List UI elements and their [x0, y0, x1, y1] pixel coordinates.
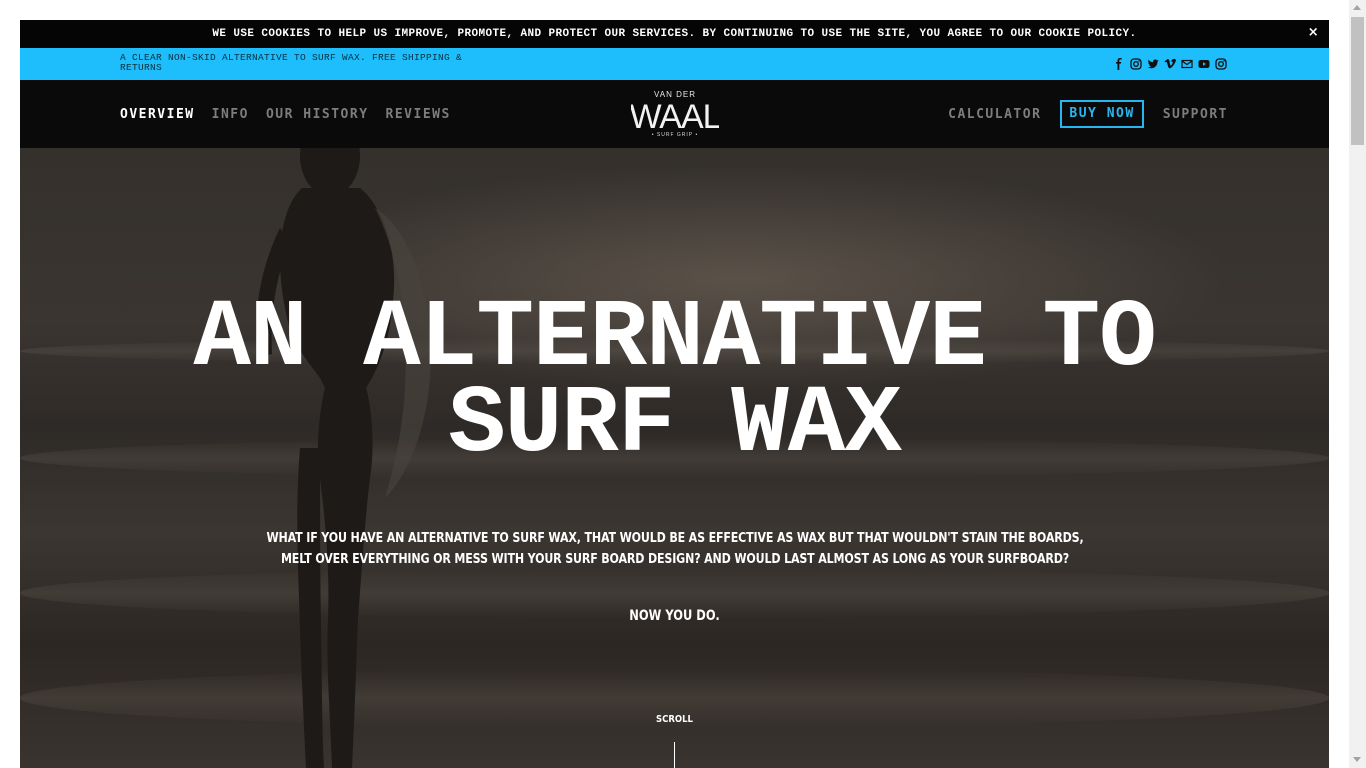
instagram-icon[interactable] — [1130, 58, 1142, 70]
announcement-bar: A CLEAR NON-SKID ALTERNATIVE TO SURF WAX… — [20, 48, 1329, 80]
youtube-icon[interactable] — [1198, 58, 1210, 70]
page-scrollbar[interactable] — [1349, 0, 1366, 768]
logo-main-text: WAAL — [631, 99, 719, 131]
nav-support[interactable]: SUPPORT — [1163, 107, 1228, 122]
facebook-icon[interactable] — [1113, 58, 1125, 70]
scroll-down-arrow-icon[interactable] — [1353, 757, 1361, 762]
email-icon[interactable] — [1181, 58, 1193, 70]
hero-tagline: NOW YOU DO. — [629, 608, 720, 624]
logo-wordmark: WAAL — [631, 99, 719, 131]
instagram-icon[interactable] — [1215, 58, 1227, 70]
nav-right-group: CALCULATOR BUY NOW SUPPORT — [948, 80, 1228, 148]
cookie-banner-text: WE USE COOKIES TO HELP US IMPROVE, PROMO… — [212, 28, 1137, 40]
nav-overview[interactable]: OVERVIEW — [120, 107, 195, 122]
main-nav: OVERVIEW INFO OUR HISTORY REVIEWS VAN DE… — [20, 80, 1329, 148]
scroll-label[interactable]: SCROLL — [118, 714, 1231, 725]
scroll-indicator-line — [674, 742, 675, 768]
vimeo-icon[interactable] — [1164, 58, 1176, 70]
hero-section: AN ALTERNATIVE TO SURF WAX WHAT IF YOU H… — [20, 148, 1329, 768]
page-frame: WE USE COOKIES TO HELP US IMPROVE, PROMO… — [20, 20, 1329, 768]
buy-now-button[interactable]: BUY NOW — [1060, 100, 1144, 128]
nav-calculator[interactable]: CALCULATOR — [948, 107, 1041, 122]
close-icon[interactable]: × — [1308, 26, 1319, 40]
twitter-icon[interactable] — [1147, 58, 1159, 70]
nav-left-group: OVERVIEW INFO OUR HISTORY REVIEWS — [120, 80, 451, 148]
nav-reviews[interactable]: REVIEWS — [386, 107, 451, 122]
scrollbar-thumb[interactable] — [1351, 17, 1364, 145]
logo-bottom-text: • SURF GRIP • — [651, 132, 699, 138]
logo-top-text: VAN DER — [654, 90, 696, 99]
cookie-banner: WE USE COOKIES TO HELP US IMPROVE, PROMO… — [20, 20, 1329, 48]
nav-our-history[interactable]: OUR HISTORY — [266, 107, 369, 122]
nav-info[interactable]: INFO — [212, 107, 249, 122]
hero-title: AN ALTERNATIVE TO SURF WAX — [20, 291, 1329, 479]
scroll-up-arrow-icon[interactable] — [1353, 5, 1361, 10]
brand-logo[interactable]: VAN DER WAAL • SURF GRIP • — [631, 89, 719, 141]
hero-subtitle: WHAT IF YOU HAVE AN ALTERNATIVE TO SURF … — [266, 530, 1084, 567]
hero-title-line: SURF WAX — [448, 370, 902, 479]
social-links — [1113, 58, 1227, 70]
announcement-text: A CLEAR NON-SKID ALTERNATIVE TO SURF WAX… — [120, 52, 463, 73]
